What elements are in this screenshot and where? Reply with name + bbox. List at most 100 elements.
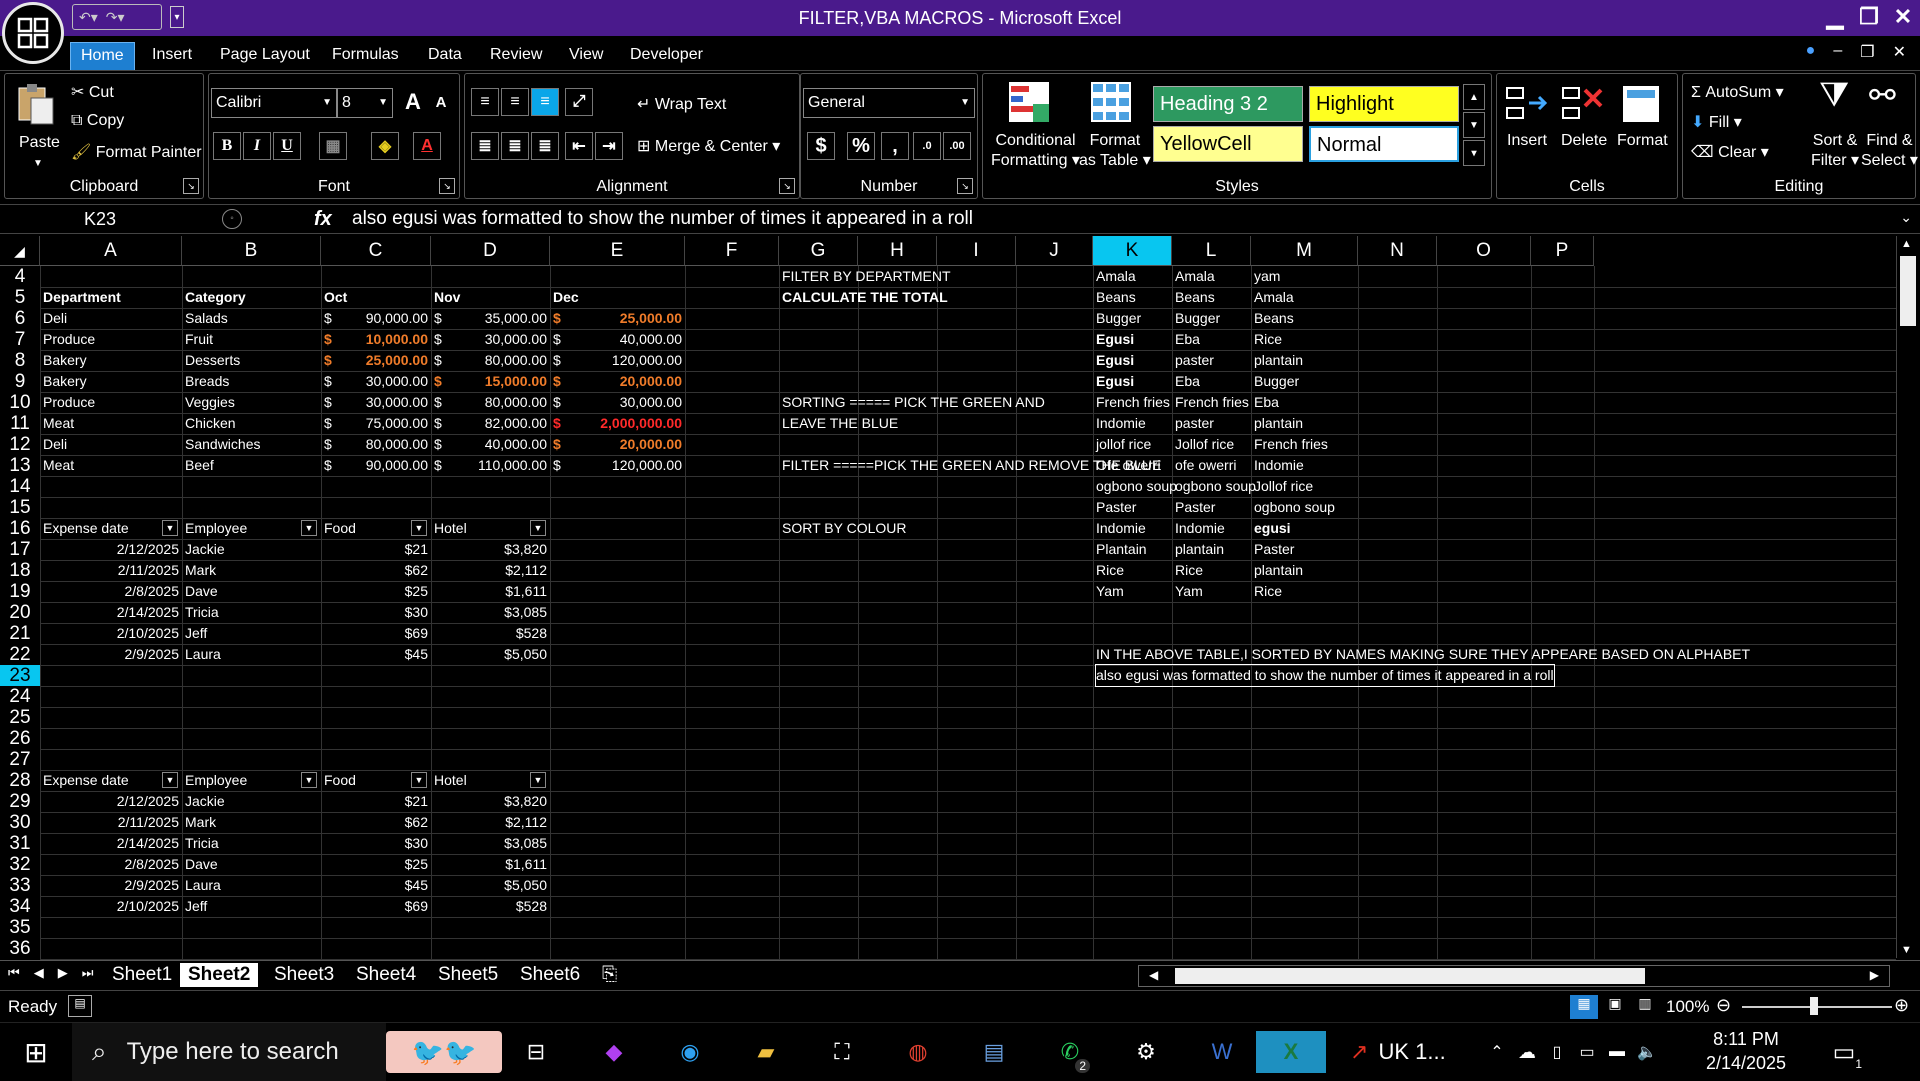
binoculars-icon[interactable]: ⚯	[1869, 76, 1896, 114]
delete-button[interactable]: Delete	[1561, 132, 1607, 150]
bold-button[interactable]: B	[213, 132, 241, 160]
percent-button[interactable]: %	[847, 132, 875, 160]
cell-d18[interactable]: $2,112	[434, 560, 547, 581]
column-header-k[interactable]: K	[1093, 236, 1172, 266]
ribbon-minimize-icon[interactable]: –	[1833, 42, 1842, 62]
normal-view-icon[interactable]: ▦	[1570, 995, 1598, 1019]
filter-dropdown-icon[interactable]: ▼	[530, 772, 546, 788]
styles-more-icon[interactable]: ▾	[1463, 140, 1485, 166]
copilot-icon[interactable]: ◆	[592, 1031, 636, 1073]
row-header-12[interactable]: 12	[0, 434, 40, 455]
tab-developer[interactable]: Developer	[620, 42, 713, 70]
cell-a5[interactable]: Department	[43, 287, 121, 308]
cell-k8[interactable]: Egusi	[1096, 350, 1134, 371]
cell-k16[interactable]: Indomie	[1096, 518, 1146, 539]
cell-g5[interactable]: CALCULATE THE TOTAL	[782, 287, 948, 308]
cell-c7[interactable]: 10,000.00	[324, 329, 428, 350]
cell-k23[interactable]: also egusi was formatted to show the num…	[1095, 664, 1555, 687]
prev-sheet-icon[interactable]: ◀	[34, 965, 44, 981]
tab-data[interactable]: Data	[418, 42, 472, 70]
font-launcher-icon[interactable]: ↘	[439, 178, 455, 194]
cell-l11[interactable]: paster	[1175, 413, 1214, 434]
row-header-8[interactable]: 8	[0, 350, 40, 371]
row-header-30[interactable]: 30	[0, 812, 40, 833]
style-heading-3-2[interactable]: Heading 3 2	[1153, 86, 1303, 122]
cell-b7[interactable]: Fruit	[185, 329, 213, 350]
cell-a8[interactable]: Bakery	[43, 350, 87, 371]
copy-button[interactable]: ⧉ Copy	[71, 112, 124, 130]
cell-k17[interactable]: Plantain	[1096, 539, 1147, 560]
cell-c22[interactable]: $45	[324, 644, 428, 665]
cell-l4[interactable]: Amala	[1175, 266, 1215, 287]
cell-c8[interactable]: 25,000.00	[324, 350, 428, 371]
cell-d13[interactable]: 110,000.00	[434, 455, 547, 476]
cell-a29[interactable]: 2/12/2025	[43, 791, 179, 812]
merge-center-button[interactable]: ⊞ Merge & Center ▾	[637, 136, 780, 156]
expand-formula-bar-icon[interactable]: ⌄	[1900, 209, 1912, 226]
first-sheet-icon[interactable]: ⏮	[8, 965, 20, 981]
column-header-m[interactable]: M	[1251, 236, 1358, 266]
cell-m19[interactable]: Rice	[1254, 581, 1282, 602]
cell-b9[interactable]: Breads	[185, 371, 229, 392]
edge-icon[interactable]: ◉	[668, 1031, 712, 1073]
table-header-a28[interactable]: Expense date	[43, 770, 129, 791]
restore-button[interactable]: ❐	[1852, 0, 1886, 34]
row-header-13[interactable]: 13	[0, 455, 40, 476]
settings-icon[interactable]: ⚙	[1124, 1031, 1168, 1073]
cell-a17[interactable]: 2/12/2025	[43, 539, 179, 560]
align-bottom-icon[interactable]: ≡	[531, 88, 559, 116]
ribbon-close-icon[interactable]: ✕	[1893, 42, 1906, 62]
cell-b5[interactable]: Category	[185, 287, 246, 308]
cell-k5[interactable]: Beans	[1096, 287, 1136, 308]
number-format-select[interactable]: General ▼	[803, 88, 975, 118]
cell-a31[interactable]: 2/14/2025	[43, 833, 179, 854]
cell-b20[interactable]: Tricia	[185, 602, 219, 623]
meet-icon[interactable]: ▯	[1544, 1031, 1570, 1073]
row-header-4[interactable]: 4	[0, 266, 40, 287]
uk-taskbar-item[interactable]: ↗ UK 1...	[1350, 1031, 1460, 1073]
sheet-tab-5[interactable]: Sheet5	[430, 963, 506, 987]
column-header-l[interactable]: L	[1172, 236, 1251, 266]
cell-l19[interactable]: Yam	[1175, 581, 1203, 602]
close-button[interactable]: ✕	[1886, 0, 1920, 34]
style-yellowcell[interactable]: YellowCell	[1153, 126, 1303, 162]
cell-l13[interactable]: ofe owerri	[1175, 455, 1236, 476]
cell-c10[interactable]: 30,000.00	[324, 392, 428, 413]
cell-c21[interactable]: $69	[324, 623, 428, 644]
cell-c6[interactable]: 90,000.00	[324, 308, 428, 329]
cell-d19[interactable]: $1,611	[434, 581, 547, 602]
row-header-17[interactable]: 17	[0, 539, 40, 560]
cell-e6[interactable]: 25,000.00	[553, 308, 682, 329]
clear-button[interactable]: ⌫ Clear ▾	[1691, 142, 1769, 162]
cell-d9[interactable]: 15,000.00	[434, 371, 547, 392]
cell-k10[interactable]: French fries	[1096, 392, 1170, 413]
row-header-7[interactable]: 7	[0, 329, 40, 350]
vertical-scrollbar[interactable]: ▲ ▼	[1896, 236, 1920, 958]
alignment-launcher-icon[interactable]: ↘	[779, 178, 795, 194]
cell-k11[interactable]: Indomie	[1096, 413, 1146, 434]
whatsapp-icon[interactable]: ✆ 2	[1048, 1031, 1092, 1073]
network-app-icon[interactable]: ▤	[972, 1031, 1016, 1073]
ribbon-restore-icon[interactable]: ❐	[1860, 42, 1874, 62]
align-middle-icon[interactable]: ≡	[501, 88, 529, 116]
row-header-28[interactable]: 28	[0, 770, 40, 791]
help-icon[interactable]: ●	[1806, 42, 1816, 62]
file-explorer-icon[interactable]: ▰	[744, 1031, 788, 1073]
insert-function-icon[interactable]: fx	[314, 205, 332, 233]
cell-d5[interactable]: Nov	[434, 287, 460, 308]
cell-b30[interactable]: Mark	[185, 812, 216, 833]
row-header-22[interactable]: 22	[0, 644, 40, 665]
cell-g11[interactable]: LEAVE THE BLUE	[782, 413, 898, 434]
vertical-scroll-thumb[interactable]	[1900, 256, 1916, 326]
network-icon[interactable]: ▭	[1572, 1031, 1602, 1073]
horizontal-scrollbar[interactable]: ◀ ▶	[1138, 965, 1890, 987]
notification-icon[interactable]: ▭ 1	[1822, 1031, 1866, 1073]
currency-button[interactable]: $	[807, 132, 835, 160]
horizontal-scroll-thumb[interactable]	[1175, 968, 1645, 984]
cell-a10[interactable]: Produce	[43, 392, 95, 413]
shrink-font-icon[interactable]: A	[427, 88, 455, 116]
cell-c19[interactable]: $25	[324, 581, 428, 602]
onedrive-icon[interactable]: ☁	[1512, 1031, 1542, 1073]
cell-d8[interactable]: 80,000.00	[434, 350, 547, 371]
cell-d7[interactable]: 30,000.00	[434, 329, 547, 350]
